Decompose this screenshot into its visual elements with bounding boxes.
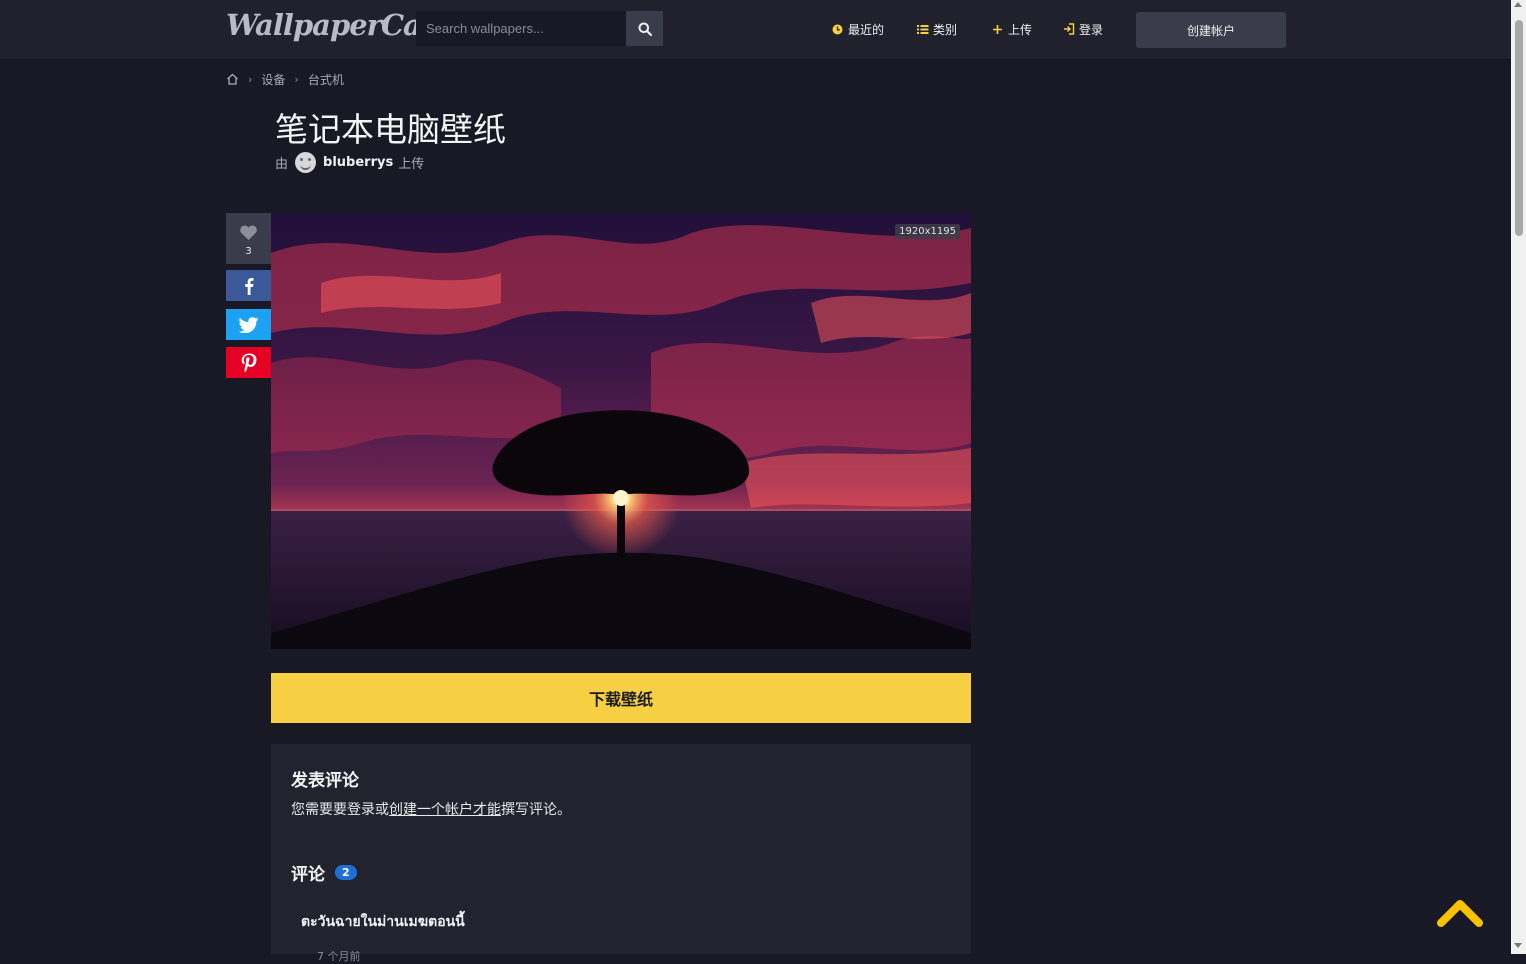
nav-recent-label: 最近的	[848, 22, 885, 37]
breadcrumb-link-devices[interactable]: 设备	[261, 71, 285, 88]
twitter-icon	[238, 316, 258, 333]
scroll-down-arrow-icon[interactable]	[1514, 943, 1522, 948]
breadcrumb-separator: ›	[294, 72, 299, 86]
breadcrumb: › 设备 › 台式机	[226, 71, 344, 87]
page-title: 笔记本电脑壁纸	[275, 110, 506, 149]
create-account-link[interactable]: 创建一个帐户才能	[389, 802, 501, 818]
comment-text: ตะวันฉายในม่านเมฆตอนนี้	[301, 914, 465, 930]
home-icon[interactable]	[226, 73, 239, 85]
avatar[interactable]	[295, 151, 317, 173]
share-facebook-button[interactable]	[226, 270, 271, 301]
resolution-badge: 1920x1195	[895, 224, 960, 239]
sign-in-icon	[1062, 23, 1075, 36]
search-icon	[638, 22, 652, 36]
comments-panel: 发表评论 您需要要登录或创建一个帐户才能撰写评论。 评论 2 ตะวันฉายใ…	[271, 744, 971, 963]
chevron-up-icon	[1437, 900, 1483, 927]
wallpaper-sunset-tree	[271, 213, 971, 649]
comments-count-badge: 2	[335, 865, 357, 880]
nav-recent[interactable]: 最近的	[831, 20, 884, 38]
page-scrollbar[interactable]	[1511, 0, 1526, 954]
search-button[interactable]	[626, 11, 663, 46]
pinterest-icon	[241, 353, 256, 373]
scroll-to-top-button[interactable]	[1437, 897, 1483, 929]
like-button[interactable]: 3	[226, 213, 271, 264]
nav-login-label: 登录	[1079, 22, 1104, 37]
post-comment-heading: 发表评论	[291, 771, 359, 791]
scrollbar-thumb[interactable]	[1515, 20, 1523, 236]
share-twitter-button[interactable]	[226, 309, 271, 340]
clock-icon	[831, 23, 844, 36]
comments-heading: 评论 2	[291, 860, 357, 885]
login-note: 您需要要登录或创建一个帐户才能撰写评论。	[291, 799, 571, 819]
nav-categories-label: 类别	[933, 22, 958, 37]
top-navbar: WallpaperCave 最近的 类别 上传 登录 创建帐户	[0, 0, 1511, 60]
breadcrumb-link-desktop[interactable]: 台式机	[308, 71, 344, 88]
comments-heading-label: 评论	[291, 865, 325, 885]
uploader-byline: 由 bluberrys 上传	[275, 150, 424, 174]
login-note-post: 撰写评论。	[501, 802, 571, 818]
wallpaper-image[interactable]: 1920x1195	[271, 213, 971, 649]
download-button[interactable]: 下载壁纸	[271, 673, 971, 723]
heart-icon	[240, 225, 257, 240]
login-note-pre: 您需要要登录或	[291, 802, 389, 818]
breadcrumb-separator: ›	[248, 72, 253, 86]
plus-icon	[991, 23, 1004, 36]
nav-categories[interactable]: 类别	[916, 20, 957, 38]
comment-time: 7 个月前	[317, 950, 361, 963]
byline-suffix: 上传	[398, 156, 425, 172]
nav-upload-label: 上传	[1008, 22, 1033, 37]
like-count: 3	[245, 246, 252, 257]
create-account-button[interactable]: 创建帐户	[1136, 12, 1286, 48]
facebook-icon	[244, 277, 253, 295]
scroll-up-arrow-icon[interactable]	[1514, 2, 1522, 7]
uploader-name[interactable]: bluberrys	[323, 155, 393, 170]
list-icon	[916, 23, 929, 36]
search-bar	[416, 11, 663, 46]
share-pinterest-button[interactable]	[226, 347, 271, 378]
nav-upload[interactable]: 上传	[991, 20, 1032, 38]
search-input[interactable]	[416, 11, 626, 46]
nav-login[interactable]: 登录	[1062, 20, 1103, 38]
byline-prefix: 由	[275, 156, 289, 172]
